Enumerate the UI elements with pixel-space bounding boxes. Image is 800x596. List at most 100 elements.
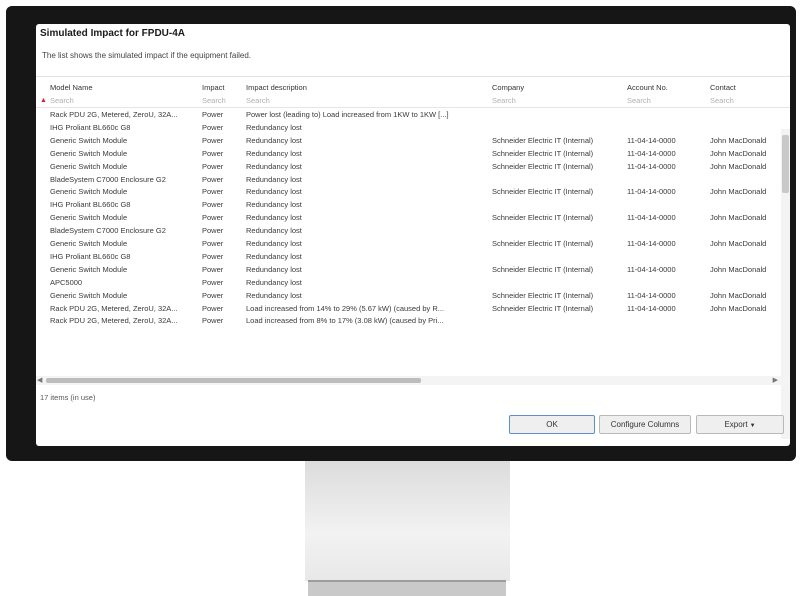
- column-header-contact[interactable]: Contact: [710, 81, 788, 94]
- column-header-account-no[interactable]: Account No.: [627, 81, 707, 94]
- cell-contact: [710, 108, 788, 121]
- cell-impact: Power: [202, 110, 224, 119]
- items-count: 17 items (in use): [40, 393, 96, 402]
- horizontal-scrollbar[interactable]: ◀ ▶: [36, 376, 790, 385]
- table-row[interactable]: BladeSystem C7000 Enclosure G2 Power Redun…: [36, 224, 790, 237]
- cell-model-name: Generic Switch Module: [50, 135, 128, 145]
- cell-company: [492, 198, 626, 211]
- table-row[interactable]: Generic Switch Module Power Redundancy los…: [36, 263, 790, 276]
- cell-account-no: 11-04-14-0000: [627, 213, 676, 223]
- cell-company: Schneider Electric IT (Internal): [492, 264, 594, 274]
- table-row[interactable]: IHG Proliant BL660c G8 Power Redundancy lo…: [36, 250, 790, 263]
- cell-impact: Power: [202, 316, 224, 326]
- cell-impact-description: Redundancy lost: [246, 277, 302, 287]
- cell-impact: Power: [202, 200, 224, 210]
- cell-contact: [710, 224, 788, 237]
- table-row[interactable]: APC5000 Power Redundancy lost: [36, 276, 790, 289]
- cell-model-name: IHG Proliant BL660c G8: [50, 200, 131, 210]
- scroll-right-icon[interactable]: ▶: [773, 376, 778, 385]
- cell-impact-description: Redundancy lost: [246, 148, 302, 158]
- monitor-frame: Simulated Impact for FPDU-4A The list sh…: [6, 6, 796, 461]
- table-row[interactable]: Generic Switch Module Power Redundancy los…: [36, 237, 790, 250]
- table-row[interactable]: Rack PDU 2G, Metered, ZeroU, 32A... Power…: [36, 314, 790, 327]
- vertical-scrollbar[interactable]: [781, 129, 790, 439]
- cell-impact-description: Redundancy lost: [246, 135, 302, 145]
- ok-button[interactable]: OK: [509, 415, 595, 434]
- monitor-stand: [305, 461, 510, 581]
- cell-impact: Power: [202, 148, 224, 158]
- cell-impact-description: Load increased from 14% to 29% (5.67 kW)…: [246, 303, 445, 313]
- filter-input-company[interactable]: Search: [492, 94, 626, 107]
- cell-model-name: Rack PDU 2G, Metered, ZeroU, 32A...: [50, 110, 178, 119]
- cell-company: [492, 121, 626, 134]
- cell-model-name: Rack PDU 2G, Metered, ZeroU, 32A...: [50, 316, 178, 326]
- cell-model-name: Generic Switch Module: [50, 264, 128, 274]
- scroll-left-icon[interactable]: ◀: [37, 376, 42, 385]
- table-header: Model Name Impact Impact description Com…: [36, 81, 790, 94]
- cell-account-no: [627, 198, 707, 211]
- cell-account-no: [627, 224, 707, 237]
- table-row[interactable]: Generic Switch Module Power Redundancy los…: [36, 160, 790, 173]
- cell-impact-description: Redundancy lost: [246, 226, 302, 236]
- cell-impact: Power: [202, 303, 224, 313]
- cell-impact-description: Redundancy lost: [246, 290, 302, 300]
- cell-company: Schneider Electric IT (Internal): [492, 239, 594, 248]
- table-row[interactable]: Generic Switch Module Power Redundancy los…: [36, 147, 790, 160]
- cell-impact-description: Load increased from 8% to 17% (3.08 kW) …: [246, 316, 444, 326]
- table-row[interactable]: Generic Switch Module Power Redundancy los…: [36, 185, 790, 198]
- cell-company: Schneider Electric IT (Internal): [492, 187, 594, 197]
- cell-contact: John MacDonald: [710, 187, 767, 197]
- cell-contact: [710, 276, 788, 289]
- cell-impact-description: Redundancy lost: [246, 213, 302, 223]
- column-header-impact[interactable]: Impact: [202, 81, 244, 94]
- cell-impact: Power: [202, 161, 224, 171]
- column-header-impact-description[interactable]: Impact description: [246, 81, 491, 94]
- cell-account-no: 11-04-14-0000: [627, 187, 676, 197]
- cell-impact: Power: [202, 122, 224, 132]
- vertical-scrollbar-thumb[interactable]: [782, 135, 789, 193]
- cell-contact: John MacDonald: [710, 148, 767, 158]
- cell-company: [492, 108, 626, 121]
- column-header-company[interactable]: Company: [492, 81, 626, 94]
- filter-row: ▲ Search Search Search Search Search Sea…: [36, 94, 790, 108]
- cell-company: [492, 314, 626, 327]
- table-row[interactable]: IHG Proliant BL660c G8 Power Redundancy lo…: [36, 121, 790, 134]
- cell-account-no: [627, 108, 707, 121]
- cell-company: [492, 276, 626, 289]
- dialog-description: The list shows the simulated impact if t…: [42, 51, 251, 60]
- configure-columns-button[interactable]: Configure Columns: [599, 415, 691, 434]
- cell-company: Schneider Electric IT (Internal): [492, 213, 594, 223]
- table-row[interactable]: BladeSystem C7000 Enclosure G2 Power Redun…: [36, 173, 790, 186]
- cell-impact: Power: [202, 251, 224, 261]
- table-row[interactable]: Generic Switch Module Power Redundancy los…: [36, 134, 790, 147]
- cell-company: Schneider Electric IT (Internal): [492, 148, 594, 158]
- cell-model-name: Generic Switch Module: [50, 187, 128, 197]
- cell-company: Schneider Electric IT (Internal): [492, 161, 594, 171]
- export-button[interactable]: Export ▼: [696, 415, 784, 434]
- cell-account-no: 11-04-14-0000: [627, 148, 676, 158]
- cell-model-name: BladeSystem C7000 Enclosure G2: [50, 226, 166, 236]
- cell-model-name: Generic Switch Module: [50, 290, 128, 300]
- cell-impact-description: Redundancy lost: [246, 187, 302, 197]
- filter-input-model-name[interactable]: Search: [50, 94, 200, 107]
- cell-model-name: Generic Switch Module: [50, 213, 128, 223]
- cell-impact-description: Redundancy lost: [246, 239, 302, 248]
- cell-contact: [710, 250, 788, 263]
- filter-input-account-no[interactable]: Search: [627, 94, 707, 107]
- cell-impact: Power: [202, 277, 224, 287]
- table-row[interactable]: IHG Proliant BL660c G8 Power Redundancy lo…: [36, 198, 790, 211]
- cell-contact: [710, 198, 788, 211]
- horizontal-scrollbar-thumb[interactable]: [46, 378, 421, 383]
- cell-account-no: [627, 173, 707, 186]
- filter-input-impact[interactable]: Search: [202, 94, 244, 107]
- cell-contact: [710, 173, 788, 186]
- column-header-model-name[interactable]: Model Name: [50, 81, 200, 94]
- filter-input-impact-description[interactable]: Search: [246, 94, 491, 107]
- filter-input-contact[interactable]: Search: [710, 94, 788, 107]
- cell-impact-description: Redundancy lost: [246, 264, 302, 274]
- table-row[interactable]: Rack PDU 2G, Metered, ZeroU, 32A... Power…: [36, 302, 790, 315]
- table-row[interactable]: Generic Switch Module Power Redundancy los…: [36, 289, 790, 302]
- table-row[interactable]: Rack PDU 2G, Metered, ZeroU, 32A... Power…: [36, 108, 790, 121]
- cell-impact-description: Power lost (leading to) Load increased f…: [246, 110, 449, 119]
- table-row[interactable]: Generic Switch Module Power Redundancy los…: [36, 211, 790, 224]
